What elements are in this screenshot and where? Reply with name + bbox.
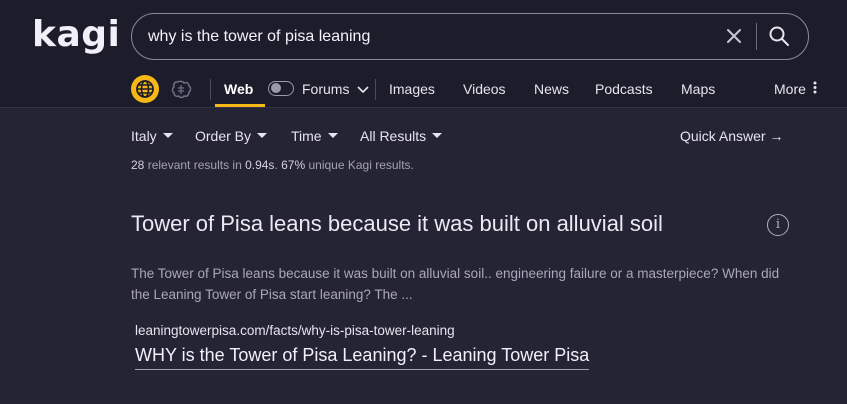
tab-podcasts[interactable]: Podcasts [595, 81, 653, 97]
tab-forums[interactable]: Forums [302, 81, 369, 97]
result-url[interactable]: leaningtowerpisa.com/facts/why-is-pisa-t… [135, 323, 455, 338]
tab-videos[interactable]: Videos [463, 81, 506, 97]
region-filter[interactable]: Italy [131, 128, 173, 144]
result-count: 28 [131, 158, 145, 172]
order-filter-label: Order By [195, 128, 252, 144]
result-count-suffix: relevant results in [144, 158, 246, 172]
nav-divider [210, 79, 211, 100]
search-divider [756, 23, 757, 50]
region-filter-label: Italy [131, 128, 157, 144]
forums-toggle[interactable] [268, 81, 294, 96]
time-filter-label: Time [291, 128, 322, 144]
results-filter[interactable]: All Results [360, 128, 443, 144]
info-icon[interactable]: i [767, 214, 789, 236]
active-tab-indicator [215, 104, 265, 107]
globe-icon [136, 80, 154, 98]
result-title-link[interactable]: WHY is the Tower of Pisa Leaning? - Lean… [135, 345, 590, 370]
close-icon[interactable] [725, 27, 743, 45]
unique-suffix: unique Kagi results. [305, 158, 414, 172]
more-dots-icon [813, 81, 817, 94]
result-stats: 28 relevant results in 0.94s. 67% unique… [131, 158, 414, 172]
tab-news[interactable]: News [534, 81, 569, 97]
search-icon[interactable] [768, 25, 790, 47]
kagi-logo[interactable]: kagi [32, 14, 120, 55]
order-filter[interactable]: Order By [195, 128, 268, 144]
caret-down-icon [257, 132, 268, 138]
assistant-icon[interactable] [171, 79, 193, 99]
search-box[interactable]: why is the tower of pisa leaning [131, 13, 809, 60]
tab-web[interactable]: Web [224, 81, 253, 97]
tab-maps[interactable]: Maps [681, 81, 715, 97]
chevron-down-icon [357, 86, 369, 94]
search-time: 0.94s [245, 158, 275, 172]
quick-answer-snippet: The Tower of Pisa leans because it was b… [131, 266, 780, 302]
tab-forums-label: Forums [302, 81, 350, 97]
results-filter-label: All Results [360, 128, 427, 144]
search-input[interactable]: why is the tower of pisa leaning [148, 28, 370, 46]
tab-more-label: More [774, 81, 806, 97]
unique-percentage: 67% [281, 158, 306, 172]
quick-answer-title: Tower of Pisa leans because it was built… [131, 211, 663, 236]
caret-down-icon [432, 132, 443, 138]
quick-answer-link[interactable]: Quick Answer → [680, 128, 783, 144]
time-filter[interactable]: Time [291, 128, 338, 144]
header-divider [0, 107, 847, 108]
toggle-knob [271, 83, 281, 93]
nav-divider [375, 79, 376, 100]
tab-more[interactable]: More [774, 81, 817, 97]
tab-images[interactable]: Images [389, 81, 435, 97]
caret-down-icon [162, 132, 173, 138]
lens-button[interactable] [131, 75, 159, 103]
caret-down-icon [327, 132, 338, 138]
